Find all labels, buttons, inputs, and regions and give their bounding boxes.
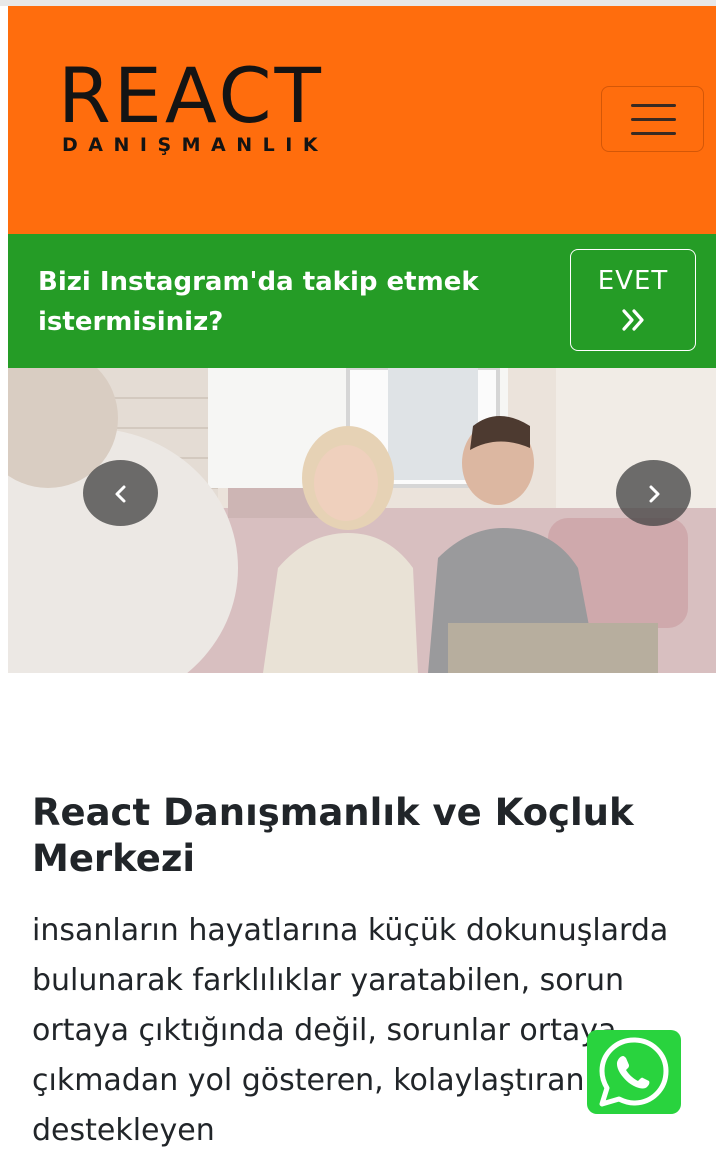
double-chevron-right-icon — [622, 309, 644, 331]
slider-next-button[interactable] — [616, 460, 691, 526]
instagram-yes-button[interactable]: EVET — [570, 249, 696, 351]
hamburger-icon-bar — [631, 118, 676, 121]
menu-toggle-button[interactable] — [601, 86, 704, 152]
site-header: REACT DANIŞMANLIK — [8, 6, 716, 234]
hamburger-icon-bar — [631, 132, 676, 135]
instagram-prompt: Bizi Instagram'da takip etmek istermisin… — [38, 267, 479, 337]
whatsapp-icon — [599, 1037, 669, 1107]
chevron-right-icon — [649, 485, 660, 503]
logo-wordmark: REACT — [58, 51, 324, 140]
whatsapp-button[interactable] — [587, 1030, 681, 1114]
site-logo[interactable]: REACT DANIŞMANLIK — [58, 56, 348, 166]
page-title: React Danışmanlık ve Koçluk Merkezi — [32, 791, 634, 880]
slider-prev-button[interactable] — [83, 460, 158, 526]
logo-subtitle: DANIŞMANLIK — [62, 134, 329, 156]
hamburger-icon — [631, 104, 676, 107]
yes-label: EVET — [597, 266, 669, 296]
page: REACT DANIŞMANLIK Bizi Instagram'da taki… — [8, 6, 716, 1164]
hero-slider[interactable] — [8, 368, 716, 673]
instagram-banner: Bizi Instagram'da takip etmek istermisin… — [8, 234, 716, 368]
chevron-left-icon — [115, 485, 126, 503]
